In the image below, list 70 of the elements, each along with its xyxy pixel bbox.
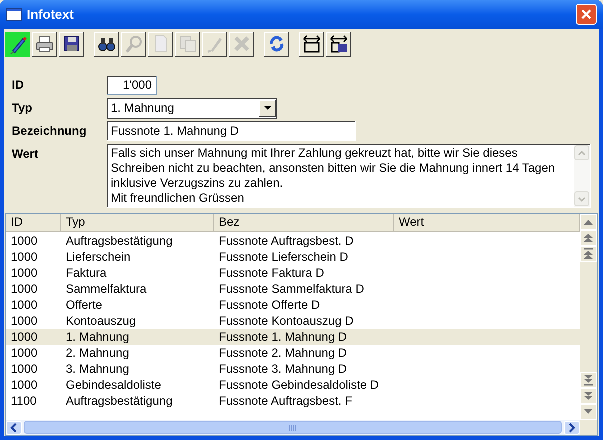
column-header[interactable]: ID <box>6 214 61 231</box>
table-cell-text: Sammelfaktura <box>65 281 148 298</box>
field-label: Bezeichnung <box>12 123 88 140</box>
field-label: Wert <box>12 146 40 163</box>
close-button[interactable] <box>576 4 597 25</box>
field-label: Typ <box>12 100 34 117</box>
table-cell-text: Fussnote Offerte D <box>218 297 322 314</box>
table-cell-text: Lieferschein <box>65 249 132 266</box>
scroll-down-icon[interactable] <box>580 404 597 420</box>
table-cell-text: 1000 <box>10 265 39 282</box>
horizontal-scrollbar[interactable] <box>6 420 597 435</box>
close-icon <box>581 9 592 20</box>
id-field[interactable]: 1'000 <box>107 76 157 94</box>
table-cell-text: Faktura <box>65 265 108 282</box>
scroll-thumb[interactable] <box>24 421 562 434</box>
table-cell-text: 1000 <box>10 281 39 298</box>
table-cell-text: 1000 <box>10 377 39 394</box>
table-cell-text: Fussnote Sammelfaktura D <box>218 281 366 298</box>
table-cell-text: 2. Mahnung <box>65 345 130 362</box>
table-cell-text: Fussnote Lieferschein D <box>218 249 350 266</box>
page-up-icon[interactable] <box>580 230 597 246</box>
table-cell-text: Fussnote Auftragsbest. F <box>218 393 354 410</box>
table-cell-text: Fussnote Kontoauszug D <box>218 313 355 330</box>
column-header[interactable]: Bez <box>214 214 394 231</box>
typ-dropdown[interactable]: 1. Mahnung <box>107 98 277 118</box>
table-cell-text: Fussnote Auftragsbest. D <box>218 233 355 250</box>
table-cell-text: Offerte <box>65 297 104 314</box>
scroll-right-icon[interactable] <box>564 420 580 434</box>
scroll-top-icon[interactable] <box>580 246 597 262</box>
table-cell-text: 1000 <box>10 345 39 362</box>
table-cell-text: 1000 <box>10 329 39 346</box>
table-cell-text: Fussnote 3. Mahnung D <box>218 361 348 378</box>
column-header[interactable]: Typ <box>61 214 214 231</box>
table-cell-text: Kontoauszug <box>65 313 138 330</box>
table-cell-text: 1. Mahnung <box>65 329 130 346</box>
table-cell-text: Fussnote 1. Mahnung D <box>218 329 348 346</box>
printer-icon <box>34 34 54 54</box>
table-cell-text: 1000 <box>10 361 39 378</box>
vertical-scrollbar[interactable] <box>574 145 590 207</box>
table-cell-text: 1000 <box>10 313 39 330</box>
page-down-icon[interactable] <box>580 388 597 404</box>
bezeichnung-field[interactable]: Fussnote 1. Mahnung D <box>107 121 356 141</box>
scroll-up-icon[interactable] <box>580 214 597 230</box>
table-cell-text: Fussnote Faktura D <box>218 265 326 282</box>
table-cell-text: 1000 <box>10 297 39 314</box>
column-width-save-icon <box>328 34 348 54</box>
table-cell-text: 1100 <box>10 393 38 410</box>
scroll-left-icon[interactable] <box>6 420 22 434</box>
field-label: ID <box>12 77 25 94</box>
table-cell-text: 1000 <box>10 233 39 250</box>
vertical-scrollbar[interactable] <box>580 214 597 420</box>
scroll-down-icon <box>574 191 590 207</box>
table-row[interactable]: 1000 1. Mahnung Fussnote 1. Mahnung D <box>6 329 580 345</box>
table-cell-text: 1000 <box>10 249 39 266</box>
table-cell-text: Gebindesaldoliste <box>65 377 162 394</box>
table-cell-text: Auftragsbestätigung <box>65 233 174 250</box>
wert-textarea[interactable]: Falls sich unser Mahnung mit Ihrer Zahlung gekreuzt hat, bitte wir Sie dieses Schreiben nicht zu beachten, ansonsten bitten wir Sie die Mahnung innert 14 Tagen inklusive Verzugszins zu zahlen. Mit freundlichen Grüssen <box>107 144 591 208</box>
table-cell-text: Fussnote Gebindesaldoliste D <box>218 377 380 394</box>
table-cell-text: Auftragsbestätigung <box>65 393 174 410</box>
window-icon <box>6 8 22 21</box>
copy-icon <box>178 34 198 54</box>
magnifier-icon <box>124 34 144 54</box>
scroll-up-icon <box>574 145 590 161</box>
column-width-icon <box>302 34 322 54</box>
table-cell-text: 3. Mahnung <box>65 361 130 378</box>
scroll-bottom-icon[interactable] <box>580 372 597 388</box>
cross-icon <box>232 34 252 54</box>
table-cell-text: Fussnote 2. Mahnung D <box>218 345 348 362</box>
toolbar-button[interactable] <box>5 32 30 56</box>
window-title: Infotext <box>27 6 74 24</box>
